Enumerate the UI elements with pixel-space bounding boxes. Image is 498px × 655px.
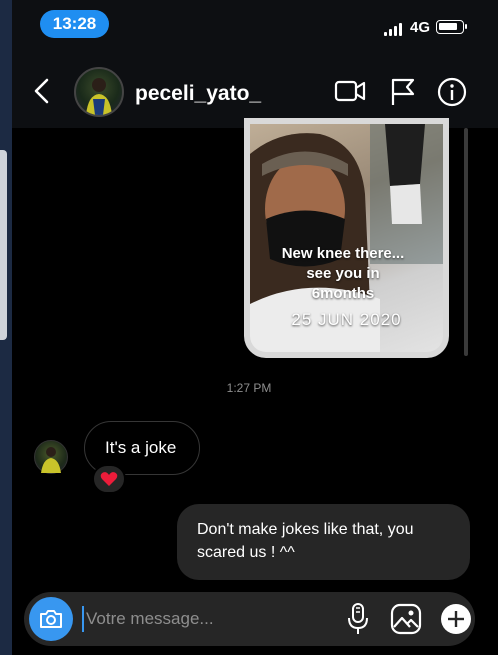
- chat-screen: 13:28 4G peceli_yato_ New knee there... …: [12, 0, 498, 655]
- microphone-icon[interactable]: [347, 602, 369, 636]
- back-chevron-icon[interactable]: [30, 76, 54, 106]
- incoming-message-text: It's a joke: [105, 438, 177, 457]
- message-composer: [24, 592, 475, 646]
- info-icon[interactable]: [437, 77, 467, 107]
- story-date: 25 JUN 2020: [291, 310, 402, 329]
- status-time: 13:28: [40, 10, 109, 38]
- left-edge-tab: [0, 150, 7, 340]
- status-bar: 13:28 4G: [12, 0, 498, 56]
- story-reply-card[interactable]: New knee there... see you in 6months 25 …: [244, 118, 449, 358]
- heart-icon: [100, 472, 118, 486]
- story-caption: New knee there... see you in 6months: [268, 244, 418, 304]
- outgoing-message-bubble[interactable]: Don't make jokes like that, you scared u…: [177, 504, 470, 580]
- sender-avatar[interactable]: [34, 440, 68, 474]
- network-type: 4G: [410, 19, 431, 36]
- plus-icon[interactable]: [440, 603, 472, 635]
- scroll-indicator[interactable]: [464, 128, 468, 356]
- outgoing-message-text: Don't make jokes like that, you scared u…: [197, 521, 414, 561]
- header-username[interactable]: peceli_yato_: [135, 82, 261, 106]
- message-reaction[interactable]: [92, 464, 126, 494]
- flag-icon[interactable]: [390, 78, 416, 106]
- camera-button[interactable]: [29, 597, 73, 641]
- message-input[interactable]: [82, 606, 312, 632]
- battery-icon: [436, 20, 467, 34]
- story-photo: New knee there... see you in 6months 25 …: [250, 124, 443, 352]
- story-caption-line-2: see you in: [306, 265, 380, 282]
- camera-icon: [40, 610, 62, 628]
- signal-icon: [384, 22, 402, 36]
- video-camera-icon[interactable]: [334, 78, 366, 104]
- message-timestamp: 1:27 PM: [226, 381, 272, 395]
- avatar[interactable]: [74, 67, 124, 117]
- story-caption-line-1: New knee there...: [281, 245, 405, 262]
- gallery-icon[interactable]: [390, 603, 422, 635]
- story-caption-line-3: 6months: [311, 285, 375, 302]
